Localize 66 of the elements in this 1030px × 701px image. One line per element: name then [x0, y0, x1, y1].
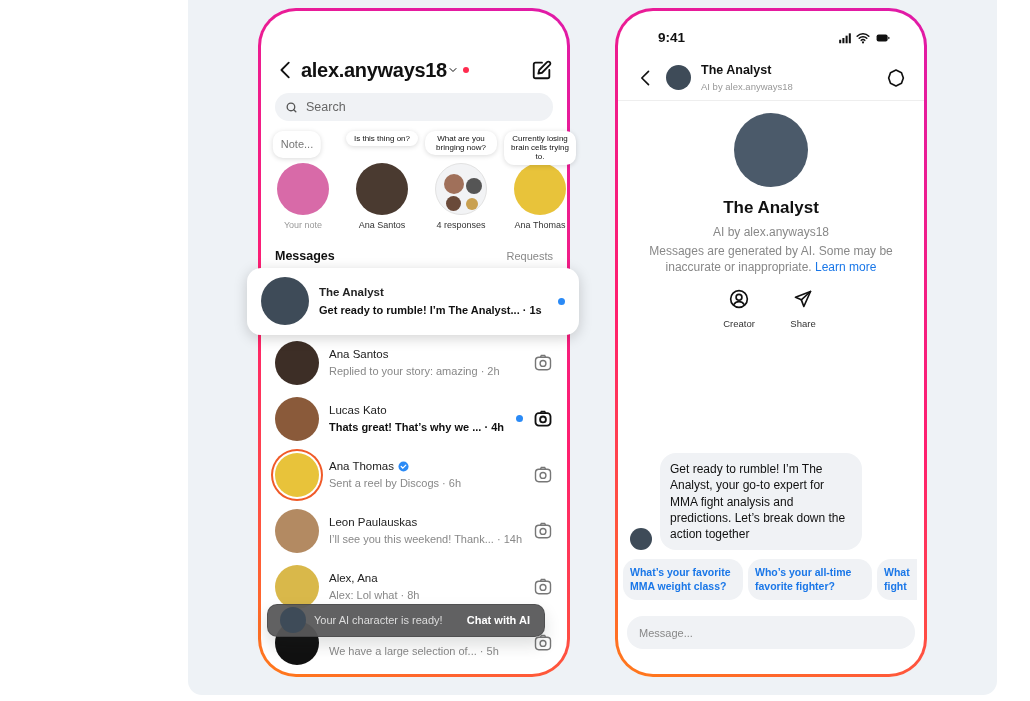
photo-placeholder[interactable]	[356, 163, 408, 215]
section-title: Messages	[275, 248, 335, 265]
chat-title: The Analyst	[701, 62, 773, 79]
message-preview: Thats great! That’s why we ... · 4h	[329, 420, 505, 436]
thread-row[interactable]: Ana Santos Replied to your story: amazing · 2h	[275, 334, 553, 391]
profile-subtitle: AI by alex.anyways18	[712, 223, 830, 241]
contact-name: Ana Santos	[329, 346, 389, 362]
search-field[interactable]: Search	[275, 93, 553, 121]
unread-dot	[558, 297, 565, 305]
action-button[interactable]: Creator	[721, 288, 757, 332]
note-label: Ana Santos	[358, 219, 406, 232]
own-avatar[interactable]	[277, 163, 329, 215]
compose-icon[interactable]	[531, 59, 553, 81]
paper-plane-icon	[793, 288, 813, 309]
chat-message: Get ready to rumble! I’m The Analyst, your go-to expert for MMA fight analysis and predictions. Let’s break down the action together	[660, 453, 862, 551]
photo-placeholder	[275, 340, 319, 385]
contact-name: Lucas Kato	[329, 402, 387, 418]
suggestion-chip[interactable]: What’s your favorite MMA weight class?	[623, 559, 743, 601]
note-label: 4 responses	[436, 219, 486, 232]
settings-icon[interactable]	[886, 67, 906, 88]
message-preview: Sent a reel by Discogs · 6h	[329, 476, 463, 492]
camera-icon[interactable]	[533, 408, 553, 429]
note-bubble: Currently losing brain cells trying to.	[504, 131, 576, 165]
username: alex.anyways18	[301, 58, 447, 83]
requests-link[interactable]: Requests	[506, 248, 553, 265]
photo-placeholder	[666, 65, 691, 90]
suggestion-chip[interactable]: What fight	[877, 559, 917, 601]
highlighted-thread[interactable]: The Analyst Get ready to rumble! I’m The Analyst... · 1s	[247, 267, 579, 335]
suggestion-chip[interactable]: Who’s your all-time favorite fighter?	[748, 559, 872, 601]
note-prompt[interactable]: Note...	[272, 131, 322, 158]
message-preview: We have a large selection of... · 5h	[329, 643, 500, 659]
thread-row[interactable]: Ana Thomas Sent a reel by Discogs · 6h	[275, 446, 553, 503]
note-label: Ana Thomas	[514, 219, 566, 232]
camera-icon[interactable]	[533, 632, 553, 653]
wifi-icon	[854, 31, 872, 45]
photo-placeholder	[630, 528, 652, 551]
action-button[interactable]: Share	[785, 288, 821, 332]
contact-name: The Analyst	[319, 285, 384, 301]
message-preview: Get ready to rumble! I’m The Analyst... · 1s	[319, 302, 543, 318]
thread-row[interactable]: Lucas Kato Thats great! That’s why we ... · 4h	[275, 390, 553, 447]
note-bubble: Is this thing on?	[346, 131, 418, 147]
toast-message: Your AI character is ready!	[314, 613, 444, 628]
search-icon	[285, 100, 298, 114]
contact-name: Alex, Ana	[329, 570, 378, 586]
contact-name: Leon Paulauskas	[329, 514, 418, 530]
contact-name: Ana Thomas	[329, 458, 394, 474]
note-label: Your note	[283, 219, 323, 232]
person-icon	[729, 288, 749, 309]
note-bubble: What are you bringing now?	[425, 131, 497, 156]
photo-placeholder	[275, 396, 319, 441]
message-preview: Alex: Lol what · 8h	[329, 588, 421, 604]
unread-dot	[516, 415, 523, 423]
message-preview: I’ll see you this weekend! Thank... · 14h	[329, 532, 523, 548]
chat-with-ai-link[interactable]: Chat with AI	[466, 612, 530, 629]
message-field[interactable]: Message...	[627, 616, 915, 650]
photo-placeholder	[275, 508, 319, 553]
learn-more-link[interactable]: Learn more	[815, 259, 877, 274]
thread-row[interactable]: Leon Paulauskas I’ll see you this weekend! Thank... · 14h	[275, 502, 553, 559]
chat-subtitle: AI by alex.anyways18	[701, 79, 794, 94]
photo-placeholder	[261, 277, 309, 326]
group-avatar[interactable]	[435, 163, 487, 215]
profile-name: The Analyst	[723, 197, 819, 219]
status-time: 9:41	[658, 28, 687, 47]
message-preview: Replied to your story: amazing · 2h	[329, 364, 501, 380]
signal-icon	[836, 31, 854, 45]
disclaimer-text: Messages are generated by AI. Some may be inaccurate or inappropriate. Learn more	[648, 242, 894, 275]
